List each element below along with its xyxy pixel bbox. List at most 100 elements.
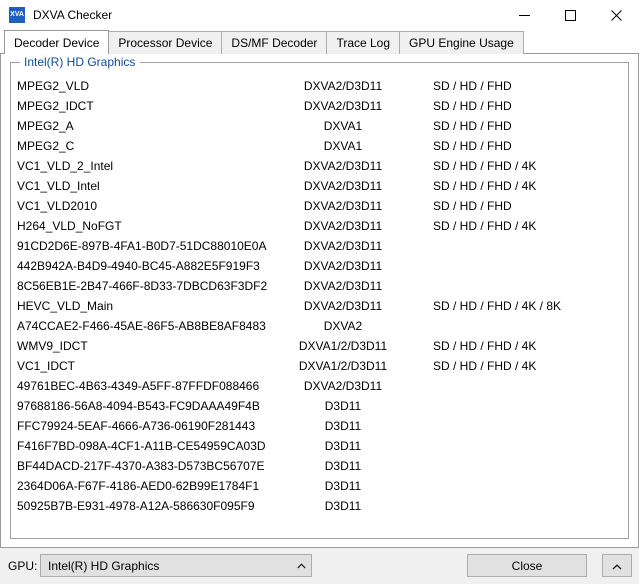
- expand-collapse-button[interactable]: [602, 554, 632, 577]
- table-row[interactable]: 91CD2D6E-897B-4FA1-B0D7-51DC88010E0A DXVA…: [11, 237, 628, 257]
- decoder-list: MPEG2_VLD DXVA2/D3D11 SD / HD / FHD MPEG2_I…: [11, 77, 628, 538]
- decoder-api: DXVA1: [323, 139, 363, 153]
- decoder-name: 442B942A-B4D9-4940-BC45-A882E5F919F3: [17, 259, 260, 273]
- title-bar-left: XVA DXVA Checker: [0, 0, 112, 30]
- decoder-resolutions: SD / HD / FHD / 4K: [433, 219, 537, 233]
- decoder-name: 8C56EB1E-2B47-466F-8D33-7DBCD63F3DF2: [17, 279, 268, 293]
- decoder-name: 2364D06A-F67F-4186-AED0-62B99E1784F1: [17, 479, 260, 493]
- table-row[interactable]: HEVC_VLD_Main DXVA2/D3D11 SD / HD / FHD / …: [11, 297, 628, 317]
- table-row[interactable]: MPEG2_VLD DXVA2/D3D11 SD / HD / FHD: [11, 77, 628, 97]
- active-tab-seam: [5, 54, 109, 55]
- decoder-name: 49761BEC-4B63-4349-A5FF-87FFDF088466: [17, 379, 260, 393]
- decoder-name: 50925B7B-E931-4978-A12A-586630F095F9: [17, 499, 255, 513]
- table-row[interactable]: BF44DACD-217F-4370-A383-D573BC56707E D3D1…: [11, 457, 628, 477]
- decoder-name: VC1_VLD_Intel: [17, 179, 100, 193]
- decoder-name: MPEG2_VLD: [17, 79, 90, 93]
- decoder-resolutions: SD / HD / FHD: [433, 119, 512, 133]
- decoder-name: VC1_VLD2010: [17, 199, 98, 213]
- gpu-select[interactable]: Intel(R) HD Graphics: [40, 554, 312, 577]
- decoder-api: D3D11: [324, 419, 362, 433]
- tab-gpu-engine-usage[interactable]: GPU Engine Usage: [399, 31, 524, 54]
- decoder-resolutions: SD / HD / FHD / 4K: [433, 339, 537, 353]
- decoder-name: FFC79924-5EAF-4666-A736-06190F281443: [17, 419, 256, 433]
- decoder-api: DXVA2/D3D11: [303, 79, 383, 93]
- table-row[interactable]: 50925B7B-E931-4978-A12A-586630F095F9 D3D1…: [11, 497, 628, 517]
- decoder-api: DXVA2/D3D11: [303, 299, 383, 313]
- table-row[interactable]: 442B942A-B4D9-4940-BC45-A882E5F919F3 DXVA…: [11, 257, 628, 277]
- close-icon: [610, 9, 622, 21]
- decoder-resolutions: SD / HD / FHD: [433, 79, 512, 93]
- decoder-api: D3D11: [324, 499, 362, 513]
- decoder-name: MPEG2_A: [17, 119, 74, 133]
- table-row[interactable]: 2364D06A-F67F-4186-AED0-62B99E1784F1 D3D1…: [11, 477, 628, 497]
- adapter-groupbox: Intel(R) HD Graphics MPEG2_VLD DXVA2/D3D1…: [10, 55, 629, 539]
- decoder-api: DXVA1: [323, 119, 363, 133]
- decoder-resolutions: SD / HD / FHD: [433, 139, 512, 153]
- table-row[interactable]: F416F7BD-098A-4CF1-A11B-CE54959CA03D D3D1…: [11, 437, 628, 457]
- table-row[interactable]: WMV9_IDCT DXVA1/2/D3D11 SD / HD / FHD / 4K: [11, 337, 628, 357]
- close-dialog-button[interactable]: Close: [467, 554, 587, 577]
- decoder-name: MPEG2_IDCT: [17, 99, 94, 113]
- decoder-api: DXVA2/D3D11: [303, 259, 383, 273]
- decoder-name: HEVC_VLD_Main: [17, 299, 114, 313]
- window-controls: [501, 0, 639, 30]
- table-row[interactable]: H264_VLD_NoFGT DXVA2/D3D11 SD / HD / FHD /…: [11, 217, 628, 237]
- decoder-resolutions: SD / HD / FHD / 4K: [433, 159, 537, 173]
- dxva-checker-window: XVA DXVA Checker Decoder Device Processo…: [0, 0, 639, 584]
- tab-content-panel: Intel(R) HD Graphics MPEG2_VLD DXVA2/D3D1…: [0, 53, 639, 548]
- table-row[interactable]: VC1_VLD_Intel DXVA2/D3D11 SD / HD / FHD / …: [11, 177, 628, 197]
- decoder-api: DXVA2/D3D11: [303, 239, 383, 253]
- tab-trace-log[interactable]: Trace Log: [326, 31, 401, 54]
- decoder-api: DXVA2/D3D11: [303, 279, 383, 293]
- tab-processor-device[interactable]: Processor Device: [108, 31, 223, 54]
- table-row[interactable]: MPEG2_A DXVA1 SD / HD / FHD: [11, 117, 628, 137]
- close-dialog-label: Close: [511, 558, 543, 573]
- tab-decoder-device[interactable]: Decoder Device: [4, 30, 110, 54]
- decoder-api: DXVA1/2/D3D11: [298, 339, 388, 353]
- bottom-bar: GPU: Intel(R) HD Graphics Close: [0, 548, 639, 584]
- table-row[interactable]: 49761BEC-4B63-4349-A5FF-87FFDF088466 DXVA…: [11, 377, 628, 397]
- tab-label: DS/MF Decoder: [231, 36, 318, 50]
- minimize-icon: [518, 14, 530, 16]
- tab-label: Decoder Device: [14, 35, 100, 50]
- decoder-resolutions: SD / HD / FHD / 4K: [433, 359, 537, 373]
- decoder-api: DXVA2: [323, 319, 363, 333]
- table-row[interactable]: MPEG2_IDCT DXVA2/D3D11 SD / HD / FHD: [11, 97, 628, 117]
- decoder-api: DXVA2/D3D11: [303, 159, 383, 173]
- table-row[interactable]: VC1_VLD2010 DXVA2/D3D11 SD / HD / FHD: [11, 197, 628, 217]
- table-row[interactable]: FFC79924-5EAF-4666-A736-06190F281443 D3D1…: [11, 417, 628, 437]
- decoder-name: VC1_VLD_2_Intel: [17, 159, 114, 173]
- table-row[interactable]: 97688186-56A8-4094-B543-FC9DAAA49F4B D3D1…: [11, 397, 628, 417]
- title-bar: XVA DXVA Checker: [0, 0, 639, 30]
- decoder-name: A74CCAE2-F466-45AE-86F5-AB8BE8AF8483: [17, 319, 266, 333]
- decoder-name: BF44DACD-217F-4370-A383-D573BC56707E: [17, 459, 265, 473]
- table-row[interactable]: VC1_VLD_2_Intel DXVA2/D3D11 SD / HD / FHD …: [11, 157, 628, 177]
- maximize-icon: [564, 9, 576, 21]
- table-row[interactable]: MPEG2_C DXVA1 SD / HD / FHD: [11, 137, 628, 157]
- table-row[interactable]: VC1_IDCT DXVA1/2/D3D11 SD / HD / FHD / 4K: [11, 357, 628, 377]
- gpu-label: GPU:: [8, 559, 38, 573]
- tab-label: Processor Device: [118, 36, 213, 50]
- decoder-api: D3D11: [324, 459, 362, 473]
- decoder-resolutions: SD / HD / FHD / 4K / 8K: [433, 299, 562, 313]
- adapter-groupbox-label: Intel(R) HD Graphics: [20, 55, 141, 69]
- decoder-resolutions: SD / HD / FHD / 4K: [433, 179, 537, 193]
- close-button[interactable]: [593, 0, 639, 30]
- decoder-name: F416F7BD-098A-4CF1-A11B-CE54959CA03D: [17, 439, 266, 453]
- table-row[interactable]: 8C56EB1E-2B47-466F-8D33-7DBCD63F3DF2 DXVA…: [11, 277, 628, 297]
- chevron-up-icon: [291, 562, 311, 569]
- maximize-button[interactable]: [547, 0, 593, 30]
- tab-ds-mf-decoder[interactable]: DS/MF Decoder: [221, 31, 328, 54]
- decoder-name: MPEG2_C: [17, 139, 75, 153]
- app-icon-xva: XVA: [9, 7, 25, 23]
- minimize-button[interactable]: [501, 0, 547, 30]
- decoder-api: D3D11: [324, 479, 362, 493]
- decoder-api: DXVA2/D3D11: [303, 219, 383, 233]
- decoder-api: DXVA2/D3D11: [303, 179, 383, 193]
- decoder-api: DXVA1/2/D3D11: [298, 359, 388, 373]
- window-title: DXVA Checker: [33, 8, 113, 22]
- table-row[interactable]: A74CCAE2-F466-45AE-86F5-AB8BE8AF8483 DXVA…: [11, 317, 628, 337]
- chevron-up-icon: [612, 559, 622, 573]
- gpu-select-value: Intel(R) HD Graphics: [48, 558, 160, 573]
- tab-label: Trace Log: [336, 36, 391, 50]
